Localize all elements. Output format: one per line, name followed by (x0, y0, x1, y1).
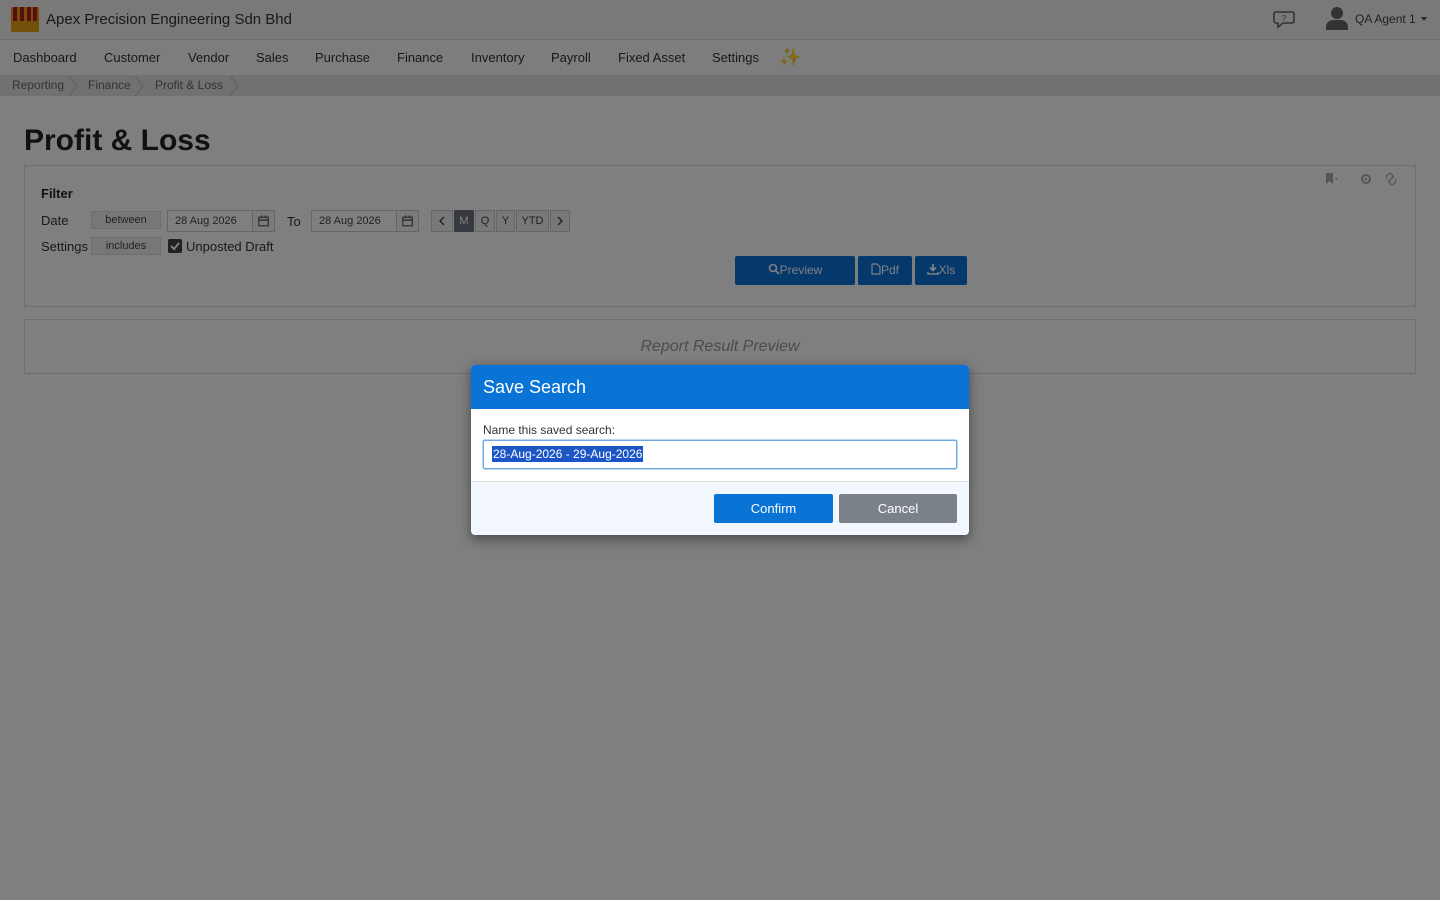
saved-search-name-value[interactable]: 28-Aug-2026 - 29-Aug-2026 (492, 446, 644, 462)
save-search-dialog: Save Search Name this saved search: 28-A… (471, 365, 969, 535)
saved-search-name-label: Name this saved search: (483, 423, 616, 437)
dialog-header: Save Search (471, 365, 969, 409)
dialog-title: Save Search (483, 377, 587, 397)
confirm-button[interactable]: Confirm (714, 494, 833, 523)
cancel-button[interactable]: Cancel (839, 494, 957, 523)
